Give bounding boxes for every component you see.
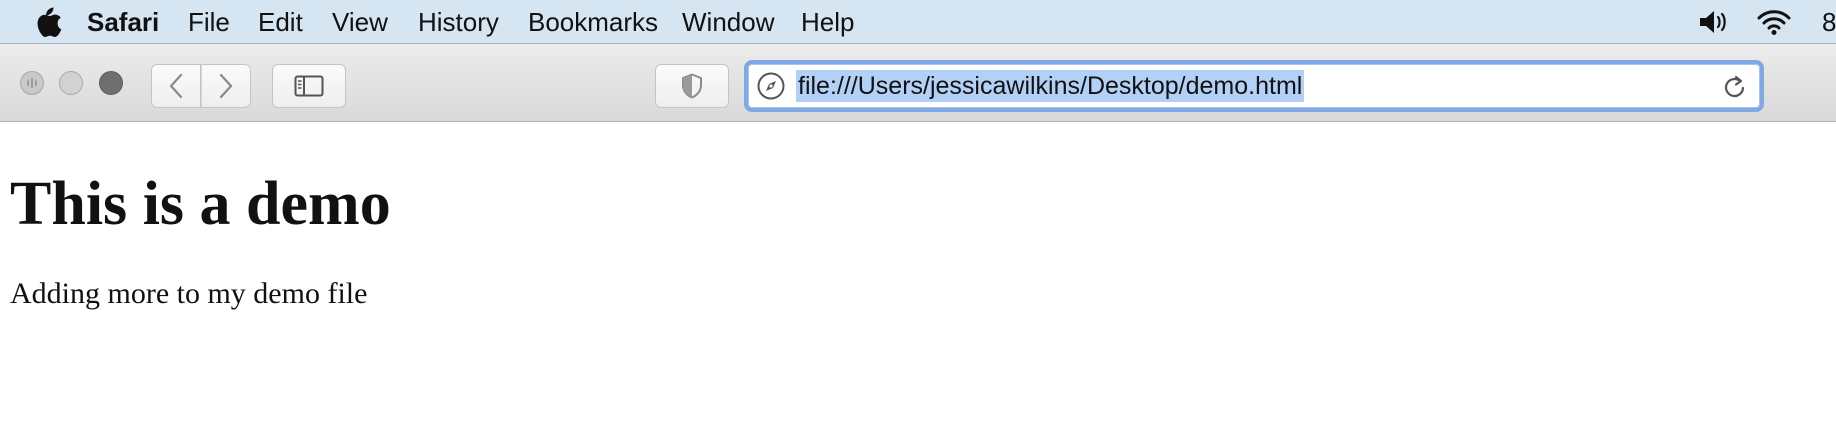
back-button[interactable] xyxy=(151,64,201,108)
wifi-icon[interactable] xyxy=(1756,8,1792,36)
address-bar[interactable]: file:///Users/jessicawilkins/Desktop/dem… xyxy=(744,60,1764,112)
forward-button[interactable] xyxy=(201,64,251,108)
shield-icon xyxy=(682,73,702,99)
privacy-report-button[interactable] xyxy=(655,64,729,108)
menu-safari[interactable]: Safari xyxy=(87,7,159,37)
menu-bar: Safari File Edit View History Bookmarks … xyxy=(0,0,1836,44)
forward-chevron-icon xyxy=(219,73,233,99)
window-close-button[interactable] xyxy=(20,71,44,95)
menu-window[interactable]: Window xyxy=(682,7,774,37)
reload-icon[interactable] xyxy=(1722,73,1748,101)
window-fullscreen-button[interactable] xyxy=(99,71,123,95)
volume-icon[interactable] xyxy=(1697,8,1731,36)
menu-file[interactable]: File xyxy=(188,7,230,37)
url-text[interactable]: file:///Users/jessicawilkins/Desktop/dem… xyxy=(796,70,1305,102)
window-minimize-button[interactable] xyxy=(59,71,83,95)
browser-toolbar: file:///Users/jessicawilkins/Desktop/dem… xyxy=(0,44,1836,122)
apple-logo-icon[interactable] xyxy=(34,6,62,38)
compass-icon xyxy=(757,72,785,100)
back-chevron-icon xyxy=(169,73,183,99)
clock-fragment: 8 xyxy=(1822,7,1836,37)
menu-history[interactable]: History xyxy=(418,7,499,37)
menu-help[interactable]: Help xyxy=(801,7,854,37)
page-paragraph: Adding more to my demo file xyxy=(10,277,368,310)
menu-edit[interactable]: Edit xyxy=(258,7,303,37)
menu-view[interactable]: View xyxy=(332,7,388,37)
page-heading: This is a demo xyxy=(10,170,391,238)
menu-bookmarks[interactable]: Bookmarks xyxy=(528,7,658,37)
sidebar-icon xyxy=(294,75,324,97)
web-content: This is a demo Adding more to my demo fi… xyxy=(0,123,1836,430)
sidebar-toggle-button[interactable] xyxy=(272,64,346,108)
